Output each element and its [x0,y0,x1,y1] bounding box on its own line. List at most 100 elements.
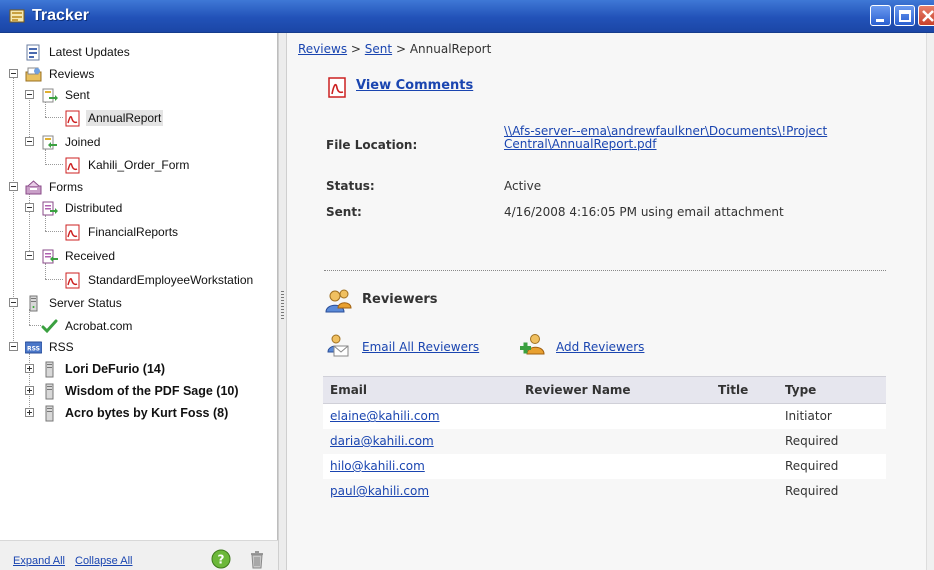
expand-feed-toggle[interactable] [25,386,34,395]
svg-text:?: ? [218,553,225,567]
tree-line [45,164,63,165]
pdf-file-icon [65,110,80,126]
expand-all-link[interactable]: Expand All [13,555,65,567]
rss-feed-item[interactable]: Wisdom of the PDF Sage (10) [41,381,241,401]
splitter-grip[interactable] [281,291,284,321]
tree-item-reviews[interactable]: Reviews [25,64,96,84]
collapse-forms-toggle[interactable] [9,182,18,191]
tree-item-kahili-order-form[interactable]: Kahili_Order_Form [64,155,191,175]
collapse-all-link[interactable]: Collapse All [75,555,132,567]
column-title[interactable]: Title [711,376,778,404]
sent-label: Sent: [326,205,362,219]
tree-line [45,231,63,232]
rss-feed-item[interactable]: Lori DeFurio (14) [41,359,167,379]
breadcrumb-separator: > [350,42,361,56]
collapse-server-status-toggle[interactable] [9,298,18,307]
file-location-link[interactable]: \\Afs-server--ema\andrewfaulkner\Documen… [504,125,904,151]
feed-server-icon [45,383,54,399]
breadcrumb-current: AnnualReport [409,42,492,56]
close-button[interactable] [918,5,934,26]
tree-item-sent[interactable]: Sent [41,85,92,105]
help-icon[interactable]: ? [211,549,231,569]
expand-feed-toggle[interactable] [25,408,34,417]
tree-item-acrobat-com[interactable]: Acrobat.com [41,316,134,336]
reviewer-email-link[interactable]: elaine@kahili.com [330,409,440,423]
minimize-button[interactable] [870,5,891,26]
reviewers-icon [325,289,352,313]
details-pane: Reviews > Sent > AnnualReport View Comme… [287,33,926,570]
reviewer-email-link[interactable]: daria@kahili.com [330,434,434,448]
tree-item-received[interactable]: Received [41,246,117,266]
pdf-file-icon [65,157,80,173]
reviewer-name-cell [518,453,711,479]
tree-line [29,325,41,326]
maximize-icon [899,10,911,22]
latest-updates-icon [26,44,40,60]
breadcrumb: Reviews > Sent > AnnualReport [298,42,491,56]
reviewer-name-cell [518,428,711,454]
breadcrumb-sent-link[interactable]: Sent [365,42,392,56]
tree-item-forms[interactable]: Forms [25,177,85,197]
expand-feed-toggle[interactable] [25,364,34,373]
reviewer-email-link[interactable]: paul@kahili.com [330,484,429,498]
reviewer-email-link[interactable]: hilo@kahili.com [330,459,425,473]
breadcrumb-reviews-link[interactable]: Reviews [298,42,347,56]
server-icon [29,295,38,311]
reviewer-name-cell [518,403,711,429]
tree-item-standardemployeeworkstation[interactable]: StandardEmployeeWorkstation [64,270,255,290]
checkmark-icon [41,319,58,333]
tree-item-rss[interactable]: RSS RSS [25,337,76,357]
column-type[interactable]: Type [778,376,886,404]
collapse-received-toggle[interactable] [25,251,34,260]
table-row[interactable]: daria@kahili.com Required [323,428,886,454]
forms-icon [25,179,42,194]
email-all-reviewers-link[interactable]: Email All Reviewers [362,340,479,354]
tree-item-joined[interactable]: Joined [41,132,102,152]
tree-item-server-status[interactable]: Server Status [25,293,124,313]
tree-item-latest-updates[interactable]: Latest Updates [25,42,132,62]
file-location-label: File Location: [326,138,418,152]
collapse-reviews-toggle[interactable] [9,69,18,78]
table-row[interactable]: elaine@kahili.com Initiator [323,403,886,429]
maximize-button[interactable] [894,5,915,26]
breadcrumb-separator: > [395,42,406,56]
sent-value: 4/16/2008 4:16:05 PM using email attachm… [504,205,784,219]
status-value: Active [504,179,542,193]
tree-item-annualreport[interactable]: AnnualReport [64,108,164,128]
section-divider [324,270,886,271]
email-reviewers-icon [327,334,349,357]
pdf-comments-icon [328,77,346,98]
collapse-rss-toggle[interactable] [9,342,18,351]
reviewer-title-cell [711,428,778,454]
rss-feed-item[interactable]: Acro bytes by Kurt Foss (8) [41,403,230,423]
rss-icon: RSS [25,341,42,353]
reviewers-heading: Reviewers [362,292,438,307]
collapse-distributed-toggle[interactable] [25,203,34,212]
tree-item-financialreports[interactable]: FinancialReports [64,222,180,242]
add-reviewers-link[interactable]: Add Reviewers [556,340,644,354]
reviewer-type-cell: Required [778,478,886,504]
file-location-line1[interactable]: \\Afs-server--ema\andrewfaulkner\Documen… [504,124,827,138]
svg-text:RSS: RSS [27,345,40,352]
tracker-app-icon [9,9,25,23]
tree-line [45,279,63,280]
collapse-joined-toggle[interactable] [25,137,34,146]
reviewer-type-cell: Initiator [778,403,886,429]
trash-icon[interactable] [249,549,265,569]
table-row[interactable]: hilo@kahili.com Required [323,453,886,479]
sent-icon [42,88,58,102]
vertical-scrollbar[interactable] [926,33,934,570]
feed-server-icon [45,361,54,377]
collapse-sent-toggle[interactable] [25,90,34,99]
view-comments-link[interactable]: View Comments [356,78,473,93]
title-bar: Tracker [0,0,934,33]
file-location-line2[interactable]: Central\AnnualReport.pdf [504,137,657,151]
add-reviewers-icon [520,334,545,355]
column-reviewer-name[interactable]: Reviewer Name [518,376,711,404]
table-row[interactable]: paul@kahili.com Required [323,478,886,504]
tree-item-distributed[interactable]: Distributed [41,198,124,218]
window-title: Tracker [32,7,89,24]
pane-splitter[interactable] [278,33,287,570]
column-email[interactable]: Email [323,376,518,404]
tree-footer: Expand All Collapse All ? [0,540,278,570]
